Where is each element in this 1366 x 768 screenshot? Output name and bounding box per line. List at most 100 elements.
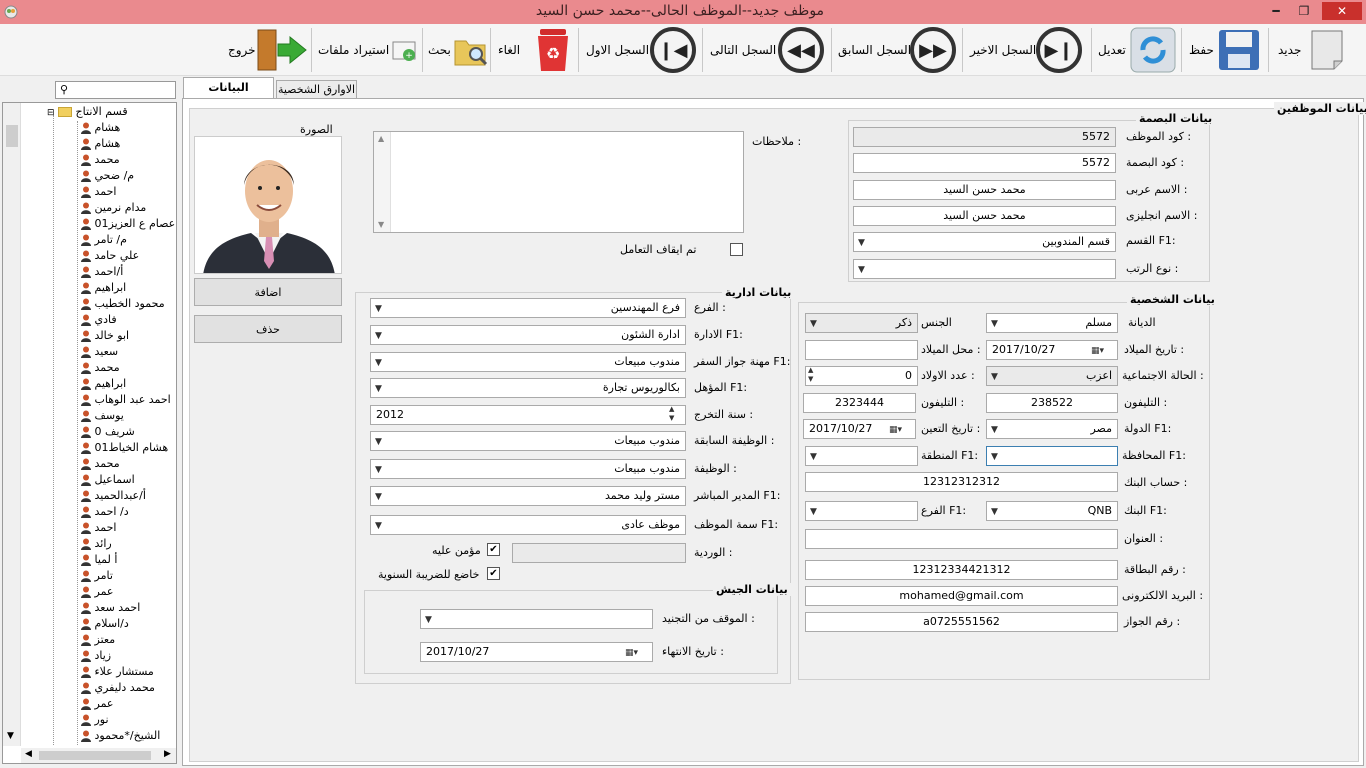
- tree-item[interactable]: أ/احمد: [81, 265, 176, 281]
- tree-item[interactable]: محمد: [81, 457, 176, 473]
- import-files-icon[interactable]: +: [390, 27, 418, 73]
- fp-code-field[interactable]: 5572: [853, 153, 1116, 173]
- tree-scrollbar[interactable]: ▼: [3, 103, 21, 746]
- scroll-thumb[interactable]: [6, 125, 18, 147]
- manager-select[interactable]: ▼ مستر وليد محمد: [370, 486, 686, 506]
- new-document-icon[interactable]: [1306, 27, 1350, 73]
- emp-code-field[interactable]: 5572: [853, 127, 1116, 147]
- recycle-bin-icon[interactable]: ♻: [530, 27, 576, 73]
- refresh-icon[interactable]: [1130, 27, 1176, 73]
- bank-account-field[interactable]: 12312312312: [805, 472, 1118, 492]
- phone1-field[interactable]: 238522: [986, 393, 1118, 413]
- tree-item[interactable]: يوسف: [81, 409, 176, 425]
- qualification-select[interactable]: ▼ بكالوريوس تجارة: [370, 378, 686, 398]
- tree-item[interactable]: عمر: [81, 585, 176, 601]
- tree-item[interactable]: ابو خالد: [81, 329, 176, 345]
- country-select[interactable]: ▼ مصر: [986, 419, 1118, 439]
- region-select[interactable]: ▼: [805, 446, 918, 466]
- card-field[interactable]: 12312334421312: [805, 560, 1118, 580]
- hscroll-thumb[interactable]: [39, 751, 151, 760]
- passport-job-select[interactable]: ▼ مندوب مبيعات: [370, 352, 686, 372]
- tree-item[interactable]: مستشار علاء: [81, 665, 176, 681]
- army-end-date-picker[interactable]: 2017/10/27 ▦▾: [420, 642, 653, 662]
- tree-item[interactable]: ابراهيم: [81, 281, 176, 297]
- job-select[interactable]: ▼ مندوب مبيعات: [370, 459, 686, 479]
- category-select[interactable]: ▼ موظف عادى: [370, 515, 686, 535]
- tree-item[interactable]: محمد: [81, 153, 176, 169]
- notes-scrollbar[interactable]: ▲ ▼: [374, 132, 391, 232]
- tree-item[interactable]: هشام: [81, 121, 176, 137]
- shift-field[interactable]: [512, 543, 686, 563]
- salary-type-select[interactable]: ▼: [853, 259, 1116, 279]
- tree-item[interactable]: محمد: [81, 361, 176, 377]
- tree-item[interactable]: علي حامد: [81, 249, 176, 265]
- first-record-button[interactable]: السجل الاول: [586, 43, 649, 57]
- name-en-field[interactable]: محمد حسن السيد: [853, 206, 1116, 226]
- new-button[interactable]: جديد: [1278, 43, 1301, 57]
- governorate-select[interactable]: ▼: [986, 446, 1118, 466]
- first-record-icon[interactable]: ❙◀: [650, 27, 696, 73]
- tree-item[interactable]: تامر: [81, 569, 176, 585]
- edit-button[interactable]: تعديل: [1098, 43, 1126, 57]
- tree-root[interactable]: ⊟ قسم الانتاج: [47, 105, 176, 121]
- hire-date-picker[interactable]: 2017/10/27 ▦▾: [803, 419, 916, 439]
- dept-select[interactable]: ▼ قسم المندوبين: [853, 232, 1116, 252]
- tree-item[interactable]: هشام: [81, 137, 176, 153]
- tree-item[interactable]: أ لميا: [81, 553, 176, 569]
- save-button[interactable]: حفظ: [1189, 43, 1214, 57]
- gender-select[interactable]: ▼ ذكر: [805, 313, 918, 333]
- next-record-button[interactable]: السجل التالى: [710, 43, 776, 57]
- admin-dept-select[interactable]: ▼ ادارة الشئون: [370, 325, 686, 345]
- floppy-disk-icon[interactable]: [1216, 27, 1262, 73]
- tree-item[interactable]: فادي: [81, 313, 176, 329]
- phone2-field[interactable]: 2323444: [803, 393, 916, 413]
- exit-button[interactable]: خروج: [228, 43, 256, 57]
- birth-place-field[interactable]: [805, 340, 918, 360]
- maximize-button[interactable]: ❐: [1290, 2, 1318, 20]
- tree-item[interactable]: 01عصام ع العزيز: [81, 217, 176, 233]
- minimize-button[interactable]: ━: [1262, 2, 1290, 20]
- cancel-button[interactable]: الغاء: [498, 43, 520, 57]
- tree-item[interactable]: د/ احمد: [81, 505, 176, 521]
- marital-select[interactable]: ▼ اعزب: [986, 366, 1118, 386]
- tree-hscrollbar[interactable]: ◀ ▶: [21, 748, 176, 763]
- tab-personal-docs[interactable]: الاوارق الشخصية: [276, 80, 357, 99]
- prev-job-select[interactable]: ▼ مندوب مبيعات: [370, 431, 686, 451]
- tree-item[interactable]: رائد: [81, 537, 176, 553]
- close-button[interactable]: ✕: [1322, 2, 1362, 20]
- notes-textarea[interactable]: ▲ ▼: [373, 131, 744, 233]
- add-photo-button[interactable]: اضافة: [194, 278, 342, 306]
- tree-item[interactable]: نور: [81, 713, 176, 729]
- address-field[interactable]: [805, 529, 1118, 549]
- exit-door-icon[interactable]: [256, 27, 308, 73]
- children-stepper[interactable]: ▲ ▼ 0: [805, 366, 918, 386]
- tree-item[interactable]: ابراهيم: [81, 377, 176, 393]
- bank-branch-select[interactable]: ▼: [805, 501, 918, 521]
- insured-checkbox[interactable]: ✔: [487, 543, 500, 556]
- tree-item[interactable]: احمد سعد: [81, 601, 176, 617]
- tree-item[interactable]: 0 شريف: [81, 425, 176, 441]
- folder-search-icon[interactable]: [452, 27, 490, 73]
- tree-item[interactable]: أ/عبدالحميد: [81, 489, 176, 505]
- tree-item[interactable]: معتز: [81, 633, 176, 649]
- birth-date-picker[interactable]: 2017/10/27 ▦▾: [986, 340, 1118, 360]
- tree-item[interactable]: احمد: [81, 185, 176, 201]
- next-record-icon[interactable]: ◀◀: [778, 27, 824, 73]
- tax-checkbox[interactable]: ✔: [487, 567, 500, 580]
- last-record-button[interactable]: السجل الاخير: [970, 43, 1036, 57]
- scroll-down-arrow[interactable]: ▼: [7, 731, 14, 741]
- tree-item[interactable]: سعيد: [81, 345, 176, 361]
- last-record-icon[interactable]: ▶❙: [1036, 27, 1082, 73]
- tree-item[interactable]: م/ ضحي: [81, 169, 176, 185]
- army-status-select[interactable]: ▼: [420, 609, 653, 629]
- tree-search-input[interactable]: ⚲: [55, 81, 176, 99]
- tree-item[interactable]: د/اسلام: [81, 617, 176, 633]
- tree-item[interactable]: م/ تامر: [81, 233, 176, 249]
- grad-year-stepper[interactable]: 2012 ▲ ▼: [370, 405, 686, 425]
- tree-item[interactable]: زياد: [81, 649, 176, 665]
- delete-photo-button[interactable]: حذف: [194, 315, 342, 343]
- religion-select[interactable]: ▼ مسلم: [986, 313, 1118, 333]
- tree-item[interactable]: اسماعيل: [81, 473, 176, 489]
- import-files-button[interactable]: استيراد ملفات: [318, 43, 389, 57]
- tree-item[interactable]: احمد: [81, 521, 176, 537]
